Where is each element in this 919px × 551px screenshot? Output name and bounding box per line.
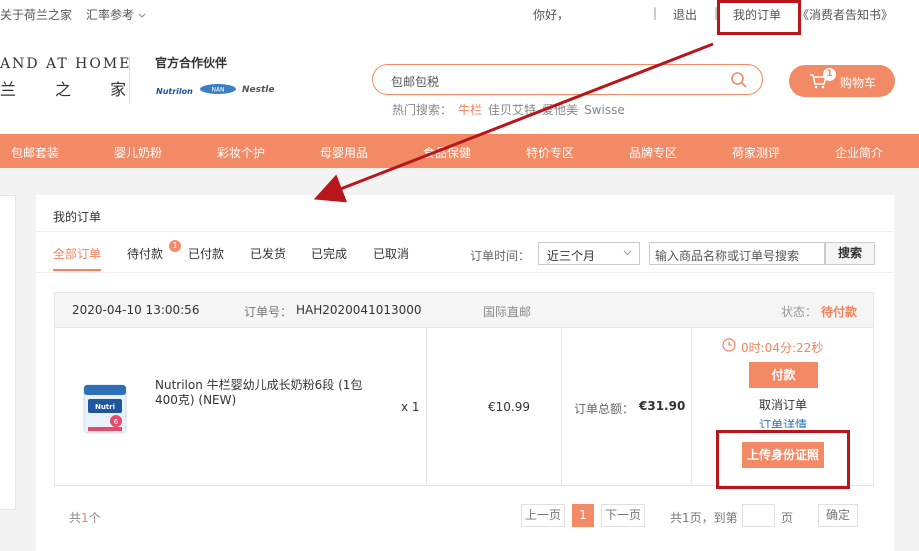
shipping-method: 国际直邮	[483, 305, 532, 319]
greeting-text: 你好，	[533, 8, 570, 22]
svg-text:Nutri: Nutri	[95, 403, 115, 411]
order-search-placeholder: 输入商品名称或订单号搜索	[655, 249, 800, 263]
hot-search-item[interactable]: 佳贝艾特	[488, 103, 536, 117]
partners-title: 官方合作伙伴	[155, 56, 228, 70]
product-price: €10.99	[488, 400, 530, 414]
about-link[interactable]: 关于荷兰之家	[0, 6, 72, 23]
svg-text:6: 6	[114, 418, 119, 426]
page-title: 我的订单	[53, 210, 102, 224]
chevron-down-icon	[623, 250, 632, 256]
main-nav: 包邮套装 婴儿奶粉 彩妆个护 母婴用品 食品保健 特价专区 品牌专区 荷家测评 …	[0, 134, 919, 168]
cancel-order-link[interactable]: 取消订单	[759, 396, 807, 413]
status-badge: 待付款	[821, 305, 858, 319]
order-date: 2020-04-10 13:00:56	[72, 303, 200, 317]
left-sidebar	[0, 195, 16, 510]
search-icon[interactable]	[730, 71, 748, 89]
result-count-number: 1	[81, 511, 89, 525]
pending-count-badge: 1	[169, 240, 181, 252]
order-time-label: 订单时间：	[470, 249, 531, 263]
nav-item-brands[interactable]: 品牌专区	[629, 144, 677, 161]
tab-pending-payment[interactable]: 待付款	[127, 245, 163, 262]
nav-item-specials[interactable]: 特价专区	[526, 144, 574, 161]
clock-icon	[722, 338, 736, 352]
cart-label: 购物车	[840, 76, 877, 90]
payment-countdown: 0时:04分:22秒	[741, 341, 824, 355]
status-label: 状态：	[781, 305, 818, 319]
current-page-button[interactable]: 1	[572, 504, 594, 527]
nav-item-formula[interactable]: 婴儿奶粉	[114, 144, 162, 161]
nav-item-baby[interactable]: 母婴用品	[320, 144, 368, 161]
active-tab-indicator	[53, 269, 101, 271]
logo-english[interactable]: AND AT HOME	[0, 56, 131, 72]
site-header: AND AT HOME 兰 之 家 官方合作伙伴 Nutrilon NAN Ne…	[0, 28, 919, 134]
top-divider: |	[653, 6, 658, 20]
product-name[interactable]: Nutrilon 牛栏婴幼儿成长奶粉6段 (1包400克) (NEW)	[155, 378, 370, 408]
logo-chinese[interactable]: 兰 之 家	[0, 76, 143, 100]
order-time-select[interactable]: 近三个月	[538, 242, 640, 265]
order-search-input[interactable]: 输入商品名称或订单号搜索	[649, 242, 825, 265]
result-count: 共1个	[69, 509, 101, 526]
hot-searches: 热门搜索： 牛栏 佳贝艾特 爱他美 Swisse	[392, 101, 631, 118]
divider	[36, 272, 894, 273]
nav-item-bundle[interactable]: 包邮套装	[11, 144, 59, 161]
nav-item-beauty[interactable]: 彩妆个护	[217, 144, 265, 161]
annotation-highlight-box	[717, 0, 801, 35]
nutrilon-logo: Nutrilon	[156, 87, 193, 96]
tab-completed[interactable]: 已完成	[311, 245, 347, 262]
nestle-nan-logo-icon: NAN	[200, 84, 236, 94]
next-page-button[interactable]: 下一页	[601, 504, 645, 527]
search-input[interactable]: 包邮包税	[391, 73, 439, 90]
column-divider	[426, 328, 427, 485]
exchange-rate-label: 汇率参考	[86, 8, 135, 22]
order-time-value: 近三个月	[547, 249, 596, 263]
order-number: HAH2020041013000	[296, 303, 421, 317]
product-quantity: x 1	[401, 400, 420, 414]
prev-page-button[interactable]: 上一页	[521, 504, 565, 527]
page-jump-label: 共1页，到第	[670, 511, 738, 525]
search-bar[interactable]: 包邮包税	[372, 64, 763, 95]
tab-shipped[interactable]: 已发货	[250, 245, 286, 262]
svg-text:NAN: NAN	[211, 87, 224, 94]
page-jump-input[interactable]	[742, 504, 775, 527]
column-divider	[691, 328, 692, 485]
product-image[interactable]: Nutri 6	[80, 383, 130, 435]
nav-item-reviews[interactable]: 荷家测评	[732, 144, 780, 161]
page-jump-confirm-button[interactable]: 确定	[818, 504, 858, 527]
order-search-button[interactable]: 搜索	[825, 242, 875, 265]
order-total-label: 订单总额：	[574, 402, 635, 416]
result-count-prefix: 共	[69, 511, 82, 525]
nestle-logo: Nestle	[242, 85, 275, 95]
order-total: €31.90	[639, 399, 686, 413]
tab-paid[interactable]: 已付款	[188, 245, 224, 262]
orders-panel: 我的订单 全部订单 待付款 1 已付款 已发货 已完成 已取消 订单时间： 近三…	[36, 195, 894, 551]
header-divider	[129, 56, 130, 104]
order-detail-link[interactable]: 订单详情	[759, 416, 807, 428]
column-divider	[561, 328, 562, 485]
logout-link[interactable]: 退出	[673, 6, 697, 23]
cart-button[interactable]: 1 购物车	[789, 65, 895, 97]
order-header: 2020-04-10 13:00:56 订单号： HAH202004101300…	[55, 293, 873, 328]
nav-item-about[interactable]: 企业简介	[835, 144, 883, 161]
hot-search-item[interactable]: 牛栏	[458, 103, 482, 117]
cart-count-badge: 1	[823, 68, 836, 81]
tab-all-orders[interactable]: 全部订单	[53, 245, 101, 262]
pay-button[interactable]: 付款	[749, 362, 818, 388]
nav-item-health[interactable]: 食品保健	[423, 144, 471, 161]
result-count-suffix: 个	[88, 511, 101, 525]
consumer-notice-link[interactable]: 《消费者告知书》	[797, 6, 893, 23]
hot-search-item[interactable]: 爱他美	[542, 103, 578, 117]
exchange-rate-link[interactable]: 汇率参考	[86, 6, 146, 23]
order-number-label: 订单号：	[244, 305, 293, 319]
annotation-highlight-box	[716, 430, 850, 489]
chevron-down-icon	[138, 13, 146, 18]
tab-cancelled[interactable]: 已取消	[373, 245, 409, 262]
hot-search-label: 热门搜索：	[392, 103, 453, 117]
hot-search-item[interactable]: Swisse	[584, 103, 625, 117]
page-unit-label: 页	[781, 511, 794, 525]
